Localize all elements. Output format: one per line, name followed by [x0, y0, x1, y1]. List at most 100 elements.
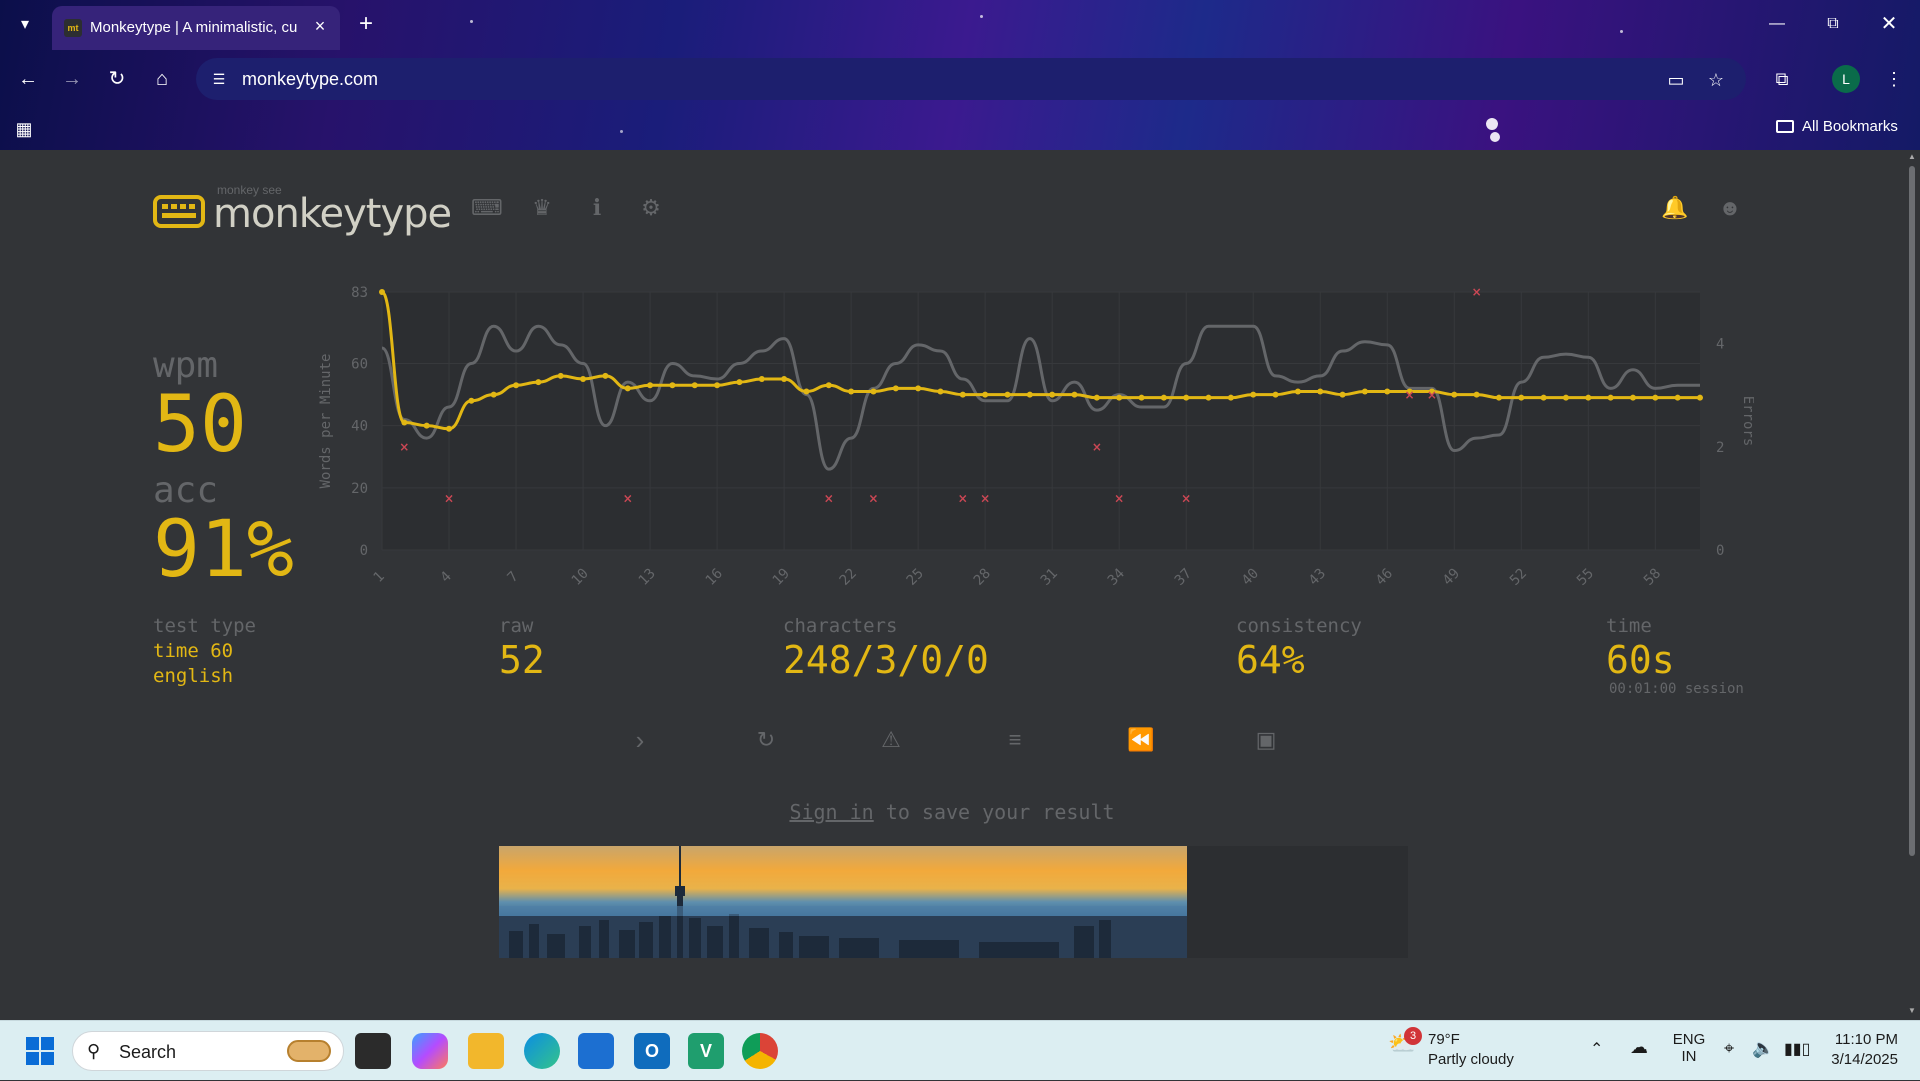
practice-missed-words-icon[interactable]: ⚠: [871, 720, 911, 760]
chart-y-tick-label: 83: [351, 285, 368, 301]
language-indicator[interactable]: ENG IN: [1672, 1031, 1706, 1065]
reload-button[interactable]: ↻: [101, 63, 133, 95]
folder-icon: [1776, 120, 1794, 133]
chart-x-tick-label: 4: [438, 569, 455, 586]
minimize-button[interactable]: —: [1754, 8, 1800, 40]
chart-wpm-point: [848, 388, 855, 395]
chart-wpm-point: [1607, 394, 1614, 401]
watch-replay-icon[interactable]: ⏪: [1121, 720, 1161, 760]
back-button[interactable]: ←: [12, 63, 44, 95]
all-bookmarks-button[interactable]: All Bookmarks: [1776, 118, 1898, 135]
home-button[interactable]: ⌂: [146, 63, 178, 95]
chart-wpm-point: [736, 379, 743, 386]
tab-close-icon[interactable]: ×: [308, 14, 332, 38]
bookmark-star-icon[interactable]: ☆: [1702, 66, 1730, 94]
next-test-button[interactable]: ›: [620, 720, 660, 760]
windows-start-icon[interactable]: [22, 1033, 58, 1069]
wpm-value: 50: [153, 380, 247, 470]
tab-search-button[interactable]: ▾: [10, 11, 40, 39]
chart-x-tick-label: 43: [1306, 566, 1329, 589]
site-info-icon[interactable]: ☰: [204, 64, 234, 94]
onedrive-cloud-icon[interactable]: ☁: [1630, 1037, 1648, 1058]
new-tab-button[interactable]: +: [352, 11, 380, 39]
chart-wpm-point: [446, 425, 453, 432]
chart-wpm-point: [959, 391, 966, 398]
weather-description[interactable]: Partly cloudy: [1428, 1051, 1514, 1068]
chart-x-tick-label: 31: [1038, 566, 1061, 589]
settings-gear-icon[interactable]: ⚙: [636, 193, 666, 223]
test-type-language: english: [153, 665, 234, 687]
chart-wpm-point: [401, 419, 408, 426]
edge-browser-icon[interactable]: [524, 1033, 560, 1069]
clock-time[interactable]: 11:10 PM: [1826, 1031, 1898, 1048]
volume-speaker-icon[interactable]: 🔈: [1752, 1038, 1774, 1059]
chart-error-point: ×: [980, 491, 990, 505]
forward-button[interactable]: →: [56, 63, 88, 95]
install-app-icon[interactable]: ▭: [1662, 66, 1690, 94]
outlook-icon[interactable]: O: [634, 1033, 670, 1069]
crown-icon[interactable]: ♛: [527, 193, 557, 223]
url-text: monkeytype.com: [242, 69, 379, 89]
wifi-icon[interactable]: ⌖: [1724, 1038, 1734, 1059]
apps-grid-icon[interactable]: ▦: [12, 117, 36, 141]
battery-icon[interactable]: ▮▮▯: [1784, 1039, 1810, 1059]
chart-wpm-point: [1451, 391, 1458, 398]
extensions-icon[interactable]: ⧉: [1766, 63, 1798, 95]
word-history-icon[interactable]: ≡: [995, 720, 1035, 760]
chart-wpm-point: [557, 372, 564, 379]
time-value: 60s: [1606, 638, 1675, 682]
page-scrollbar[interactable]: ▲ ▼: [1904, 150, 1920, 1020]
chart-wpm-point: [647, 382, 654, 389]
chart-error-point: ×: [868, 491, 878, 505]
keyboard-icon[interactable]: ⌨: [471, 193, 503, 223]
chart-wpm-point: [892, 385, 899, 392]
info-icon[interactable]: i: [582, 193, 612, 223]
consistency-value: 64%: [1236, 638, 1305, 682]
microsoft-store-icon[interactable]: [578, 1033, 614, 1069]
chart-x-tick-label: 7: [505, 569, 522, 586]
task-view-icon[interactable]: [355, 1033, 391, 1069]
chart-error-point: ×: [1427, 388, 1437, 402]
scrollbar-thumb[interactable]: [1909, 166, 1915, 856]
monkeytype-favicon-icon: mt: [64, 19, 82, 37]
chart-wpm-point: [379, 289, 385, 295]
taskbar-search-box[interactable]: ⚲ Search: [72, 1031, 344, 1071]
chart-error-point: ×: [444, 491, 454, 505]
chart-wpm-point: [1495, 394, 1502, 401]
restart-test-icon[interactable]: ↻: [746, 720, 786, 760]
chart-wpm-point: [1585, 394, 1592, 401]
scroll-up-icon[interactable]: ▲: [1908, 152, 1916, 161]
logo-name: monkeytype: [213, 191, 452, 237]
menu-kebab-icon[interactable]: ⋮: [1878, 63, 1910, 95]
save-screenshot-image-icon[interactable]: ▣: [1246, 720, 1286, 760]
clock-date[interactable]: 3/14/2025: [1826, 1051, 1898, 1068]
file-explorer-icon[interactable]: [468, 1033, 504, 1069]
chart-x-tick-label: 46: [1373, 566, 1396, 589]
chart-wpm-point: [513, 382, 520, 389]
monkeytype-page: monkey see monkeytype ⌨ ♛ i ⚙ 🔔 ☻ wpm 50…: [0, 150, 1904, 1020]
chart-wpm-point: [1227, 394, 1234, 401]
raw-label: raw: [499, 615, 534, 637]
show-hidden-icons-chevron-icon[interactable]: ⌃: [1590, 1039, 1603, 1059]
sign-in-link[interactable]: Sign in: [789, 800, 873, 824]
account-user-icon[interactable]: ☻: [1715, 193, 1745, 223]
weather-badge: 3: [1404, 1027, 1422, 1045]
restore-button[interactable]: ⧉: [1810, 8, 1856, 40]
raw-value: 52: [499, 638, 545, 682]
vs-code-icon[interactable]: V: [688, 1033, 724, 1069]
advertisement-banner-image[interactable]: [499, 846, 1187, 958]
chart-wpm-point: [602, 372, 609, 379]
scroll-down-icon[interactable]: ▼: [1908, 1006, 1916, 1015]
chrome-icon[interactable]: [742, 1033, 778, 1069]
keyboard-logo-icon: [153, 195, 205, 228]
notification-bell-icon[interactable]: 🔔: [1660, 193, 1690, 223]
weather-temp[interactable]: 79°F: [1428, 1031, 1460, 1048]
copilot-icon[interactable]: [412, 1033, 448, 1069]
taskbar-search-placeholder: Search: [119, 1042, 177, 1062]
chart-y-tick-label: 20: [351, 481, 368, 497]
active-tab[interactable]: mt Monkeytype | A minimalistic, cu ×: [52, 6, 340, 50]
profile-avatar[interactable]: L: [1832, 65, 1860, 93]
chart-error-point: ×: [623, 491, 633, 505]
address-bar[interactable]: ☰ monkeytype.com ▭ ☆: [196, 58, 1746, 100]
close-window-button[interactable]: ✕: [1866, 8, 1912, 40]
